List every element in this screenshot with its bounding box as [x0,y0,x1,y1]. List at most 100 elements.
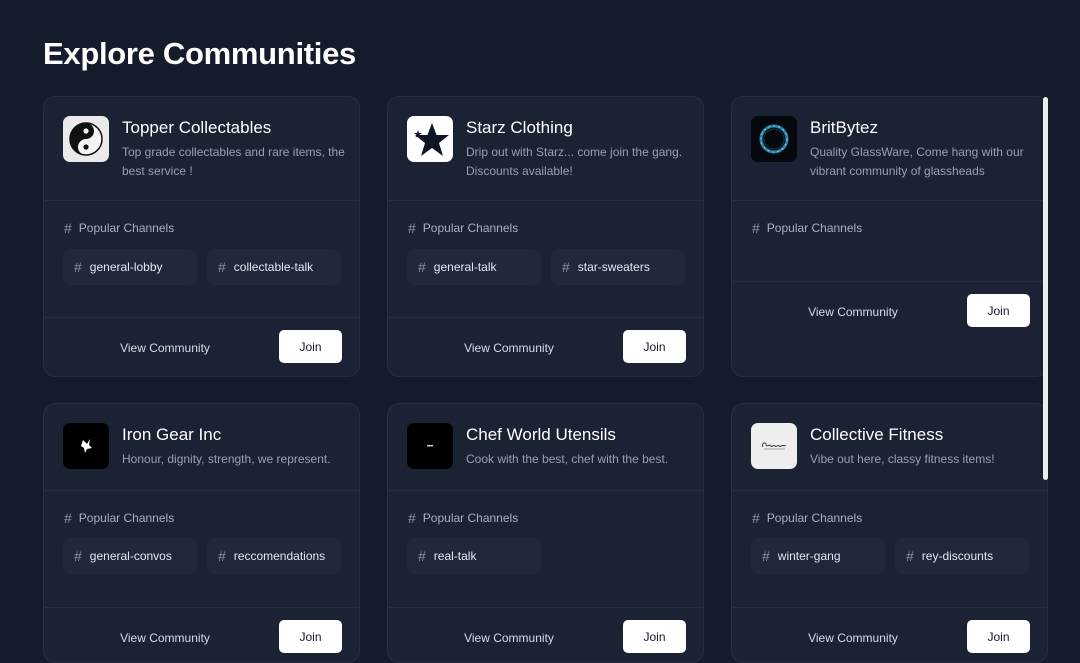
join-button[interactable]: Join [279,330,342,363]
channel-list: # general-talk # star-sweaters [407,249,685,285]
channel-chip-star-sweaters[interactable]: # star-sweaters [551,249,685,285]
hash-icon: # [418,259,426,275]
popular-channels-heading: # Popular Channels [64,221,174,235]
hash-icon: # [418,548,426,564]
community-name: BritBytez [810,118,879,137]
hash-icon: # [74,259,82,275]
channel-list: # winter-gang # rey-discounts [751,538,1029,574]
channel-chip-winter-gang[interactable]: # winter-gang [751,538,885,574]
popular-channels-heading: # Popular Channels [408,511,518,525]
community-name: Starz Clothing [466,118,573,137]
view-community-button[interactable]: View Community [752,282,954,342]
channel-name: collectable-talk [233,260,314,274]
card-footer: View Community Join [732,607,1047,662]
view-community-button[interactable]: View Community [408,608,610,662]
hash-icon: # [74,548,82,564]
card-header: Iron Gear Inc Honour, dignity, strength,… [44,404,359,491]
hash-icon: # [64,510,72,526]
channel-name: general-lobby [89,260,163,274]
hash-icon: # [752,510,760,526]
channel-name: general-talk [433,260,497,274]
hash-icon: # [562,259,570,275]
card-footer: View Community Join [388,317,703,376]
channel-name: reccomendations [233,549,326,563]
channel-chip-general-convos[interactable]: # general-convos [63,538,197,574]
join-button[interactable]: Join [279,620,342,653]
popular-channels-heading: # Popular Channels [752,511,862,525]
hash-icon: # [218,548,226,564]
community-description: Vibe out here, classy fitness items! [810,452,995,466]
channel-list: # real-talk [407,538,541,574]
popular-channels-label: Popular Channels [78,221,175,235]
community-card-collective-fitness: Collective Fitness Vibe out here, classy… [731,403,1048,663]
channel-name: winter-gang [777,549,841,563]
channel-chip-real-talk[interactable]: # real-talk [407,538,541,574]
popular-channels-label: Popular Channels [766,221,863,235]
popular-channels-heading: # Popular Channels [752,221,862,235]
scrollbar[interactable] [1043,97,1048,480]
collective-signature-icon [751,423,797,469]
channel-chip-rey-discounts[interactable]: # rey-discounts [895,538,1029,574]
star-icon [407,116,453,162]
card-header: Chef World Utensils Cook with the best, … [388,404,703,491]
community-description: Honour, dignity, strength, we represent. [122,452,331,466]
community-name: Topper Collectables [122,118,272,137]
join-button[interactable]: Join [623,620,686,653]
card-footer: View Community Join [388,607,703,662]
channel-chip-general-lobby[interactable]: # general-lobby [63,249,197,285]
hash-icon: # [752,220,760,236]
card-header: BritBytez Quality GlassWare, Come hang w… [732,97,1047,201]
channel-name: general-convos [89,549,172,563]
page-title: Explore Communities [43,36,356,71]
channel-list: # general-lobby # collectable-talk [63,249,341,285]
card-footer: View Community Join [44,317,359,376]
hash-icon: # [762,548,770,564]
hash-icon: # [906,548,914,564]
channel-chip-general-talk[interactable]: # general-talk [407,249,541,285]
channel-name: real-talk [433,549,477,563]
channel-name: rey-discounts [921,549,994,563]
community-description: Drip out with Starz... come join the gan… [466,145,683,178]
community-card-starz-clothing: Starz Clothing Drip out with Starz... co… [387,96,704,377]
card-footer: View Community Join [732,281,1047,342]
popular-channels-heading: # Popular Channels [64,511,174,525]
community-name: Iron Gear Inc [122,425,222,444]
view-community-button[interactable]: View Community [64,608,266,662]
community-card-topper-collectables: Topper Collectables Top grade collectabl… [43,96,360,377]
hash-icon: # [408,220,416,236]
view-community-button[interactable]: View Community [408,318,610,376]
channel-list: # general-convos # reccomendations [63,538,341,574]
hash-icon: # [218,259,226,275]
yin-yang-icon [63,116,109,162]
community-description: Quality GlassWare, Come hang with our vi… [810,145,1024,178]
popular-channels-label: Popular Channels [422,511,519,525]
community-name: Collective Fitness [810,425,944,444]
card-header: Starz Clothing Drip out with Starz... co… [388,97,703,201]
view-community-button[interactable]: View Community [64,318,266,376]
card-header: Topper Collectables Top grade collectabl… [44,97,359,201]
community-card-iron-gear-inc: Iron Gear Inc Honour, dignity, strength,… [43,403,360,663]
card-footer: View Community Join [44,607,359,662]
channel-chip-collectable-talk[interactable]: # collectable-talk [207,249,341,285]
popular-channels-heading: # Popular Channels [408,221,518,235]
channel-name: star-sweaters [577,260,650,274]
channel-chip-reccomendations[interactable]: # reccomendations [207,538,341,574]
community-description: Cook with the best, chef with the best. [466,452,669,466]
community-name: Chef World Utensils [466,425,616,444]
community-card-chef-world-utensils: Chef World Utensils Cook with the best, … [387,403,704,663]
join-button[interactable]: Join [623,330,686,363]
popular-channels-label: Popular Channels [78,511,175,525]
popular-channels-label: Popular Channels [422,221,519,235]
glass-ring-icon [751,116,797,162]
popular-channels-label: Popular Channels [766,511,863,525]
iron-gear-logo-icon [63,423,109,469]
hash-icon: # [408,510,416,526]
view-community-button[interactable]: View Community [752,608,954,662]
hash-icon: # [64,220,72,236]
community-card-britbytez: BritBytez Quality GlassWare, Come hang w… [731,96,1048,377]
card-header: Collective Fitness Vibe out here, classy… [732,404,1047,491]
chef-world-logo-icon [407,423,453,469]
join-button[interactable]: Join [967,294,1030,327]
join-button[interactable]: Join [967,620,1030,653]
community-description: Top grade collectables and rare items, t… [122,145,345,178]
